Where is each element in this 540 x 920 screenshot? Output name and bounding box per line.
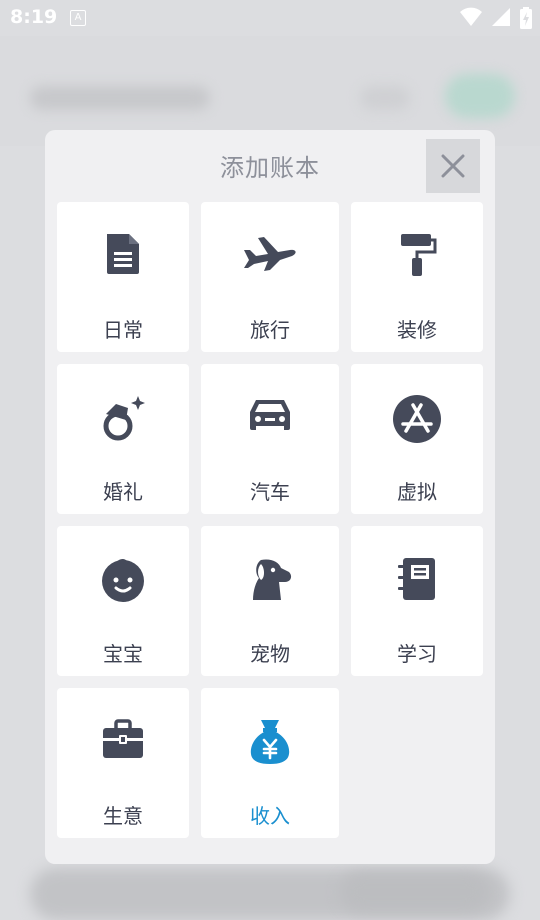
book-tile-travel[interactable]: 旅行 — [201, 202, 339, 352]
background-bottom-button-blur — [340, 872, 490, 912]
tile-icon-wrap — [351, 556, 483, 608]
app-store-icon — [393, 395, 441, 443]
notebook-icon — [398, 558, 435, 600]
tile-icon-wrap — [57, 394, 189, 446]
book-tile-pet[interactable]: 宠物 — [201, 526, 339, 676]
dog-icon — [253, 559, 292, 600]
wifi-icon — [459, 7, 482, 26]
book-tile-study[interactable]: 学习 — [351, 526, 483, 676]
tile-label: 生意 — [103, 804, 143, 828]
notification-icon: A — [70, 10, 86, 26]
tile-icon-wrap — [351, 394, 483, 446]
tile-icon-wrap — [57, 718, 189, 770]
status-icons — [456, 7, 532, 29]
background-button-blur — [360, 86, 410, 110]
background-title-blur — [30, 86, 210, 110]
book-tile-wedding[interactable]: 婚礼 — [57, 364, 189, 514]
tile-label: 日常 — [103, 318, 143, 342]
ring-icon — [103, 396, 145, 441]
briefcase-icon — [103, 719, 143, 758]
tile-label: 虚拟 — [397, 480, 437, 504]
book-tile-baby[interactable]: 宝宝 — [57, 526, 189, 676]
tile-icon-wrap — [201, 394, 339, 446]
status-time: 8:19 — [10, 6, 58, 28]
book-tile-virtual[interactable]: 虚拟 — [351, 364, 483, 514]
close-button[interactable] — [426, 139, 480, 193]
tile-label: 学习 — [397, 642, 437, 666]
airplane-icon — [244, 237, 296, 271]
tile-icon-wrap — [201, 232, 339, 284]
book-tile-daily[interactable]: 日常 — [57, 202, 189, 352]
tile-icon-wrap — [351, 232, 483, 284]
signal-icon — [491, 8, 510, 26]
tile-label: 汽车 — [250, 480, 290, 504]
paint-roller-icon — [401, 234, 437, 276]
status-bar: 8:19 A — [0, 0, 540, 36]
tile-label: 旅行 — [250, 318, 290, 342]
tile-label: 宠物 — [250, 642, 290, 666]
tile-label: 收入 — [250, 804, 290, 828]
battery-charging-icon — [520, 7, 532, 29]
book-tile-car[interactable]: 汽车 — [201, 364, 339, 514]
tile-label: 宝宝 — [103, 642, 143, 666]
tile-icon-wrap — [57, 556, 189, 608]
book-tile-business[interactable]: 生意 — [57, 688, 189, 838]
baby-face-icon — [102, 559, 144, 602]
tile-icon-wrap — [201, 718, 339, 770]
tile-label: 婚礼 — [103, 480, 143, 504]
tile-icon-wrap — [201, 556, 339, 608]
book-tile-income[interactable]: 收入 — [201, 688, 339, 838]
close-icon — [441, 154, 465, 178]
add-book-dialog: 添加账本 日常 旅行 装修 婚礼 汽车 虚拟 宝宝 宠物 学习 生意 收入 — [45, 130, 495, 864]
background-action-blur — [445, 74, 515, 118]
document-icon — [107, 234, 139, 274]
tile-label: 装修 — [397, 318, 437, 342]
car-icon — [250, 400, 290, 430]
book-tile-renovation[interactable]: 装修 — [351, 202, 483, 352]
tile-icon-wrap — [57, 232, 189, 284]
money-bag-icon — [250, 720, 290, 764]
